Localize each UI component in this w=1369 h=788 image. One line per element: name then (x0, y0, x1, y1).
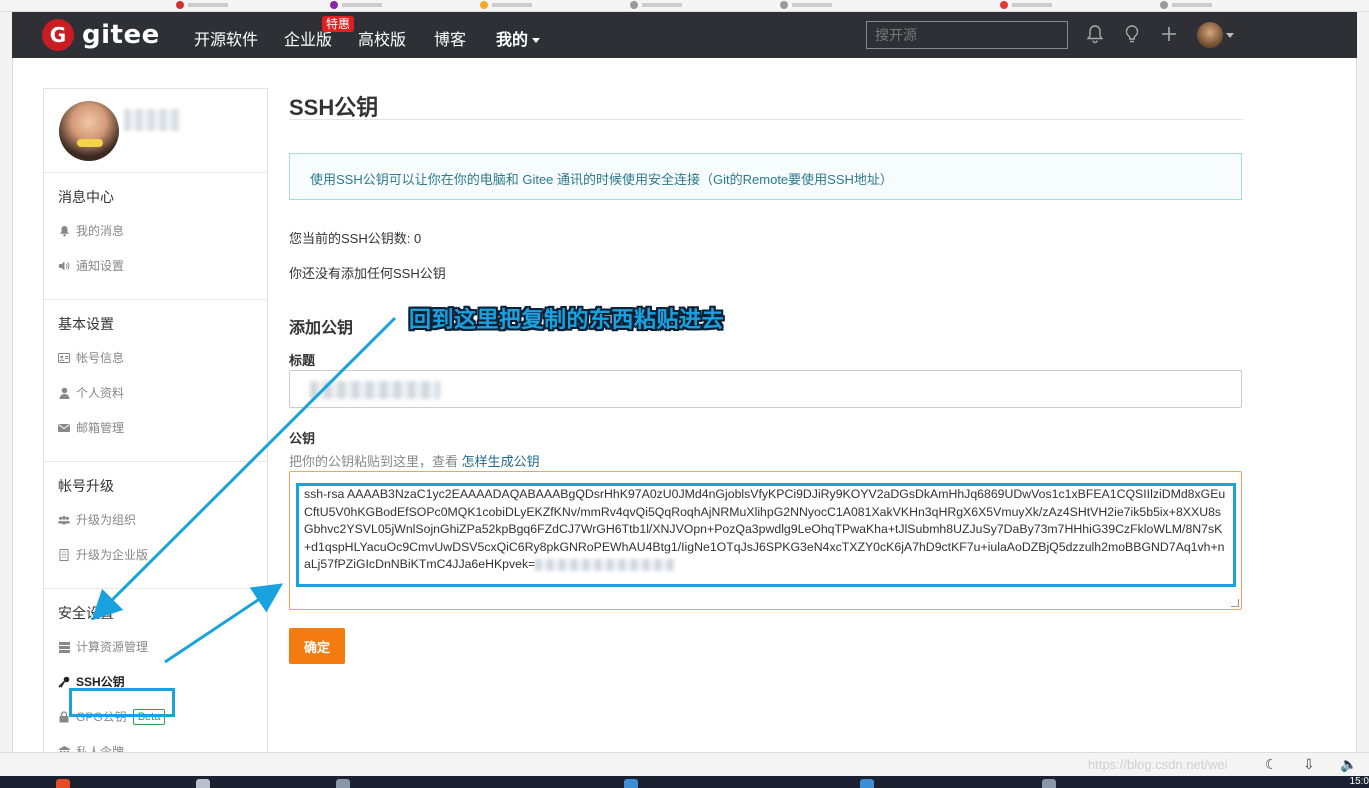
key-hint: 把你的公钥粘贴到这里，查看 怎样生成公钥 (289, 451, 540, 470)
group-icon (58, 514, 70, 526)
add-key-heading: 添加公钥 (289, 320, 354, 337)
title-divider (289, 119, 1243, 120)
sidebar-item-label: 邮箱管理 (76, 421, 125, 435)
key-title-value-blurred (310, 381, 440, 399)
sidebar-item-upgrade-org[interactable]: 升级为组织 (44, 510, 267, 545)
sidebar-item-notification-settings[interactable]: 通知设置 (44, 256, 267, 291)
avatar-dropdown-icon[interactable] (1226, 33, 1234, 38)
building-icon (58, 549, 70, 561)
title-field-label: 标题 (289, 353, 316, 368)
browser-status-bar: https://blog.csdn.net/wei ☾ ⇩ 🔈 (0, 752, 1369, 776)
nav-open-source[interactable]: 开源软件 (194, 26, 258, 50)
sidebar-item-label: 计算资源管理 (76, 640, 149, 654)
profile-card (44, 89, 267, 173)
taskbar-app-icon[interactable] (196, 779, 210, 788)
lightbulb-icon[interactable] (1121, 23, 1143, 45)
taskbar-app-icon[interactable] (624, 779, 638, 788)
section-account-upgrade: 帐号升级 升级为组织 升级为企业版 (44, 462, 267, 589)
bookmark-item[interactable] (480, 0, 540, 9)
user-avatar[interactable] (1197, 22, 1223, 48)
sidebar-item-label: 通知设置 (76, 259, 125, 273)
sidebar-item-upgrade-enterprise[interactable]: 升级为企业版 (44, 545, 267, 580)
ssh-key-count: 您当前的SSH公钥数: 0 (289, 231, 422, 246)
key-highlight-box (296, 483, 1236, 587)
sidebar-item-my-messages[interactable]: 我的消息 (44, 221, 267, 256)
sidebar-item-label: 升级为组织 (76, 513, 137, 527)
top-navbar: G gitee 开源软件 企业版 特惠 高校版 博客 我的 (12, 12, 1357, 58)
sidebar-item-label: 我的消息 (76, 224, 125, 238)
bell-icon (58, 225, 70, 237)
gitee-logo[interactable]: G gitee (42, 19, 160, 51)
section-title: 帐号升级 (58, 478, 114, 494)
bookmark-item[interactable] (330, 0, 390, 9)
search-input[interactable] (866, 21, 1068, 49)
settings-sidebar: 消息中心 我的消息 通知设置 基本设置 帐号信息 个人资料 邮箱管理 帐号升级 … (43, 88, 268, 752)
section-title: 安全设置 (58, 605, 114, 621)
taskbar-app-icon[interactable] (1042, 779, 1056, 788)
page-body: 消息中心 我的消息 通知设置 基本设置 帐号信息 个人资料 邮箱管理 帐号升级 … (12, 58, 1357, 752)
nav-education[interactable]: 高校版 (358, 26, 406, 50)
plus-icon[interactable] (1158, 23, 1180, 45)
page-title: SSH公钥 (289, 95, 379, 120)
os-taskbar: 15:0 (0, 776, 1369, 788)
download-icon[interactable]: ⇩ (1303, 756, 1315, 773)
public-key-textarea[interactable]: ssh-rsa AAAAB3NzaC1yc2EAAAADAQABAAABgQDs… (289, 471, 1242, 610)
profile-name-blurred (124, 109, 180, 131)
key-title-input[interactable] (289, 370, 1242, 408)
section-basic-settings: 基本设置 帐号信息 个人资料 邮箱管理 (44, 300, 267, 462)
taskbar-app-icon[interactable] (860, 779, 874, 788)
sidebar-item-label: 帐号信息 (76, 351, 125, 365)
section-security: 安全设置 计算资源管理 SSH公钥 GPG公钥 Beta 私人令牌 (44, 589, 267, 752)
ssh-item-highlight-box (69, 688, 175, 717)
bookmark-item[interactable] (176, 0, 236, 9)
bell-icon[interactable] (1084, 23, 1106, 45)
confirm-button[interactable]: 确定 (289, 628, 345, 664)
key-field-label: 公钥 (289, 431, 316, 446)
logo-text: gitee (82, 20, 160, 50)
key-icon (58, 676, 70, 688)
section-messages: 消息中心 我的消息 通知设置 (44, 173, 267, 300)
bookmarks-bar (0, 0, 1369, 12)
enterprise-promo-badge: 特惠 (322, 16, 355, 32)
mail-icon (58, 422, 70, 434)
logo-mark-icon: G (42, 19, 74, 51)
bookmark-item[interactable] (630, 0, 690, 9)
section-title: 消息中心 (58, 189, 114, 205)
speaker-icon (58, 260, 70, 272)
how-to-generate-key-link[interactable]: 怎样生成公钥 (462, 454, 540, 469)
sidebar-item-label: 升级为企业版 (76, 548, 149, 562)
sidebar-item-label: 个人资料 (76, 386, 125, 400)
sidebar-item-personal-tokens[interactable]: 私人令牌 (44, 742, 267, 752)
bookmark-item[interactable] (1000, 0, 1060, 9)
nav-blog[interactable]: 博客 (434, 26, 466, 50)
taskbar-clock: 15:0 (1349, 776, 1369, 787)
csdn-watermark: https://blog.csdn.net/wei (1088, 757, 1228, 772)
no-key-message: 你还没有添加任何SSH公钥 (289, 266, 446, 281)
taskbar-app-icon[interactable] (56, 779, 70, 788)
info-alert: 使用SSH公钥可以让你在你的电脑和 Gitee 通讯的时候使用安全连接（Git的… (289, 153, 1242, 200)
sidebar-item-compute-resources[interactable]: 计算资源管理 (44, 637, 267, 672)
bookmark-item[interactable] (780, 0, 840, 9)
textarea-resize-handle[interactable] (1231, 599, 1239, 607)
server-icon (58, 641, 70, 653)
sidebar-item-email[interactable]: 邮箱管理 (44, 418, 267, 453)
moon-icon[interactable]: ☾ (1265, 756, 1278, 773)
key-hint-text: 把你的公钥粘贴到这里，查看 (289, 454, 462, 469)
annotation-text: 回到这里把复制的东西粘贴进去 (409, 307, 725, 332)
id-card-icon (58, 352, 70, 364)
profile-avatar[interactable] (59, 101, 119, 161)
taskbar-app-icon[interactable] (336, 779, 350, 788)
ssh-keys-panel: SSH公钥 使用SSH公钥可以让你在你的电脑和 Gitee 通讯的时候使用安全连… (289, 58, 1289, 752)
section-title: 基本设置 (58, 316, 114, 332)
sidebar-item-profile[interactable]: 个人资料 (44, 383, 267, 418)
chevron-down-icon (532, 38, 541, 44)
bookmark-item[interactable] (1160, 0, 1220, 9)
nav-mine[interactable]: 我的 (496, 26, 541, 50)
user-icon (58, 387, 70, 399)
sidebar-item-account-info[interactable]: 帐号信息 (44, 348, 267, 383)
volume-icon[interactable]: 🔈 (1340, 756, 1357, 773)
nav-mine-label: 我的 (496, 32, 529, 49)
sidebar-item-label: 私人令牌 (76, 745, 125, 752)
